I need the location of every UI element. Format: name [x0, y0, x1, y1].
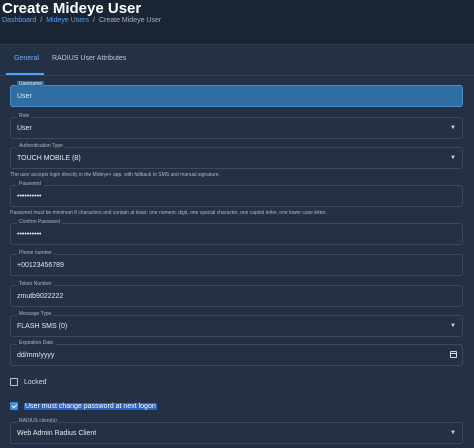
expiration-date-placeholder: dd/mm/yyyy: [17, 352, 55, 359]
expiration-date-field[interactable]: Expiration Date dd/mm/yyyy: [10, 340, 463, 366]
breadcrumb-separator: /: [93, 17, 95, 24]
chevron-down-icon: ▼: [450, 430, 456, 436]
locked-row: Locked: [10, 378, 47, 386]
confirm-password-label: Confirm Password: [17, 219, 62, 226]
authentication-type-label: Authentication Type: [17, 143, 65, 150]
phone-number-field[interactable]: Phone number +00123456789: [10, 250, 463, 276]
must-change-password-label: User must change password at next logon: [24, 402, 157, 410]
breadcrumb-separator: /: [40, 17, 43, 24]
breadcrumb: Dashboard / Mideye Users / Create Mideye…: [2, 17, 161, 24]
chevron-down-icon: ▼: [450, 323, 456, 329]
password-label: Password: [17, 181, 43, 188]
tab-radius-user-attributes[interactable]: RADIUS User Attributes: [52, 55, 126, 62]
role-label: Role: [17, 113, 32, 120]
active-tab-indicator: [6, 73, 44, 75]
role-select[interactable]: Role User ▼: [10, 113, 463, 139]
password-help: Password must be minimum 8 characters an…: [10, 210, 327, 216]
username-field[interactable]: Username User: [10, 81, 463, 107]
radius-clients-value: Web Admin Radius Client: [17, 430, 97, 437]
user-form-card: General RADIUS User Attributes Username …: [0, 44, 474, 448]
chevron-down-icon: ▼: [450, 155, 456, 161]
message-type-value: FLASH SMS (0): [17, 323, 68, 330]
radius-clients-label: RADIUS client(s): [17, 418, 59, 425]
role-value: User: [17, 125, 32, 132]
authentication-type-select[interactable]: Authentication Type TOUCH MOBILE (8) ▼: [10, 143, 463, 169]
must-change-password-checkbox[interactable]: [10, 402, 18, 410]
password-field[interactable]: Password ••••••••••: [10, 181, 463, 207]
phone-number-label: Phone number: [17, 250, 54, 257]
phone-number-value: +00123456789: [17, 262, 64, 269]
calendar-icon[interactable]: [450, 351, 457, 358]
must-change-password-row: User must change password at next logon: [10, 402, 157, 410]
token-number-label: Token Number: [17, 281, 54, 288]
username-label: Username: [17, 81, 45, 88]
authentication-type-value: TOUCH MOBILE (8): [17, 155, 81, 162]
message-type-label: Message Type: [17, 311, 54, 318]
message-type-select[interactable]: Message Type FLASH SMS (0) ▼: [10, 311, 463, 337]
locked-checkbox[interactable]: [10, 378, 18, 386]
breadcrumb-mideye-users[interactable]: Mideye Users: [46, 17, 89, 24]
locked-label: Locked: [24, 378, 47, 386]
authentication-type-help: The user accepts login directly in the M…: [10, 172, 220, 178]
tab-bar: General RADIUS User Attributes: [0, 45, 474, 76]
chevron-down-icon: ▼: [450, 125, 456, 131]
expiration-date-label: Expiration Date: [17, 340, 56, 347]
confirm-password-field[interactable]: Confirm Password ••••••••••: [10, 219, 463, 245]
radius-clients-select[interactable]: RADIUS client(s) Web Admin Radius Client…: [10, 418, 463, 444]
token-number-value: zmutb9022222: [17, 293, 64, 300]
page-title: Create Mideye User: [2, 0, 142, 17]
token-number-field[interactable]: Token Number zmutb9022222: [10, 281, 463, 307]
breadcrumb-dashboard[interactable]: Dashboard: [2, 17, 36, 24]
confirm-password-value: ••••••••••: [17, 231, 42, 238]
username-value: User: [17, 93, 32, 100]
password-value: ••••••••••: [17, 193, 42, 200]
breadcrumb-current: Create Mideye User: [98, 17, 162, 24]
tab-general[interactable]: General: [14, 55, 39, 62]
